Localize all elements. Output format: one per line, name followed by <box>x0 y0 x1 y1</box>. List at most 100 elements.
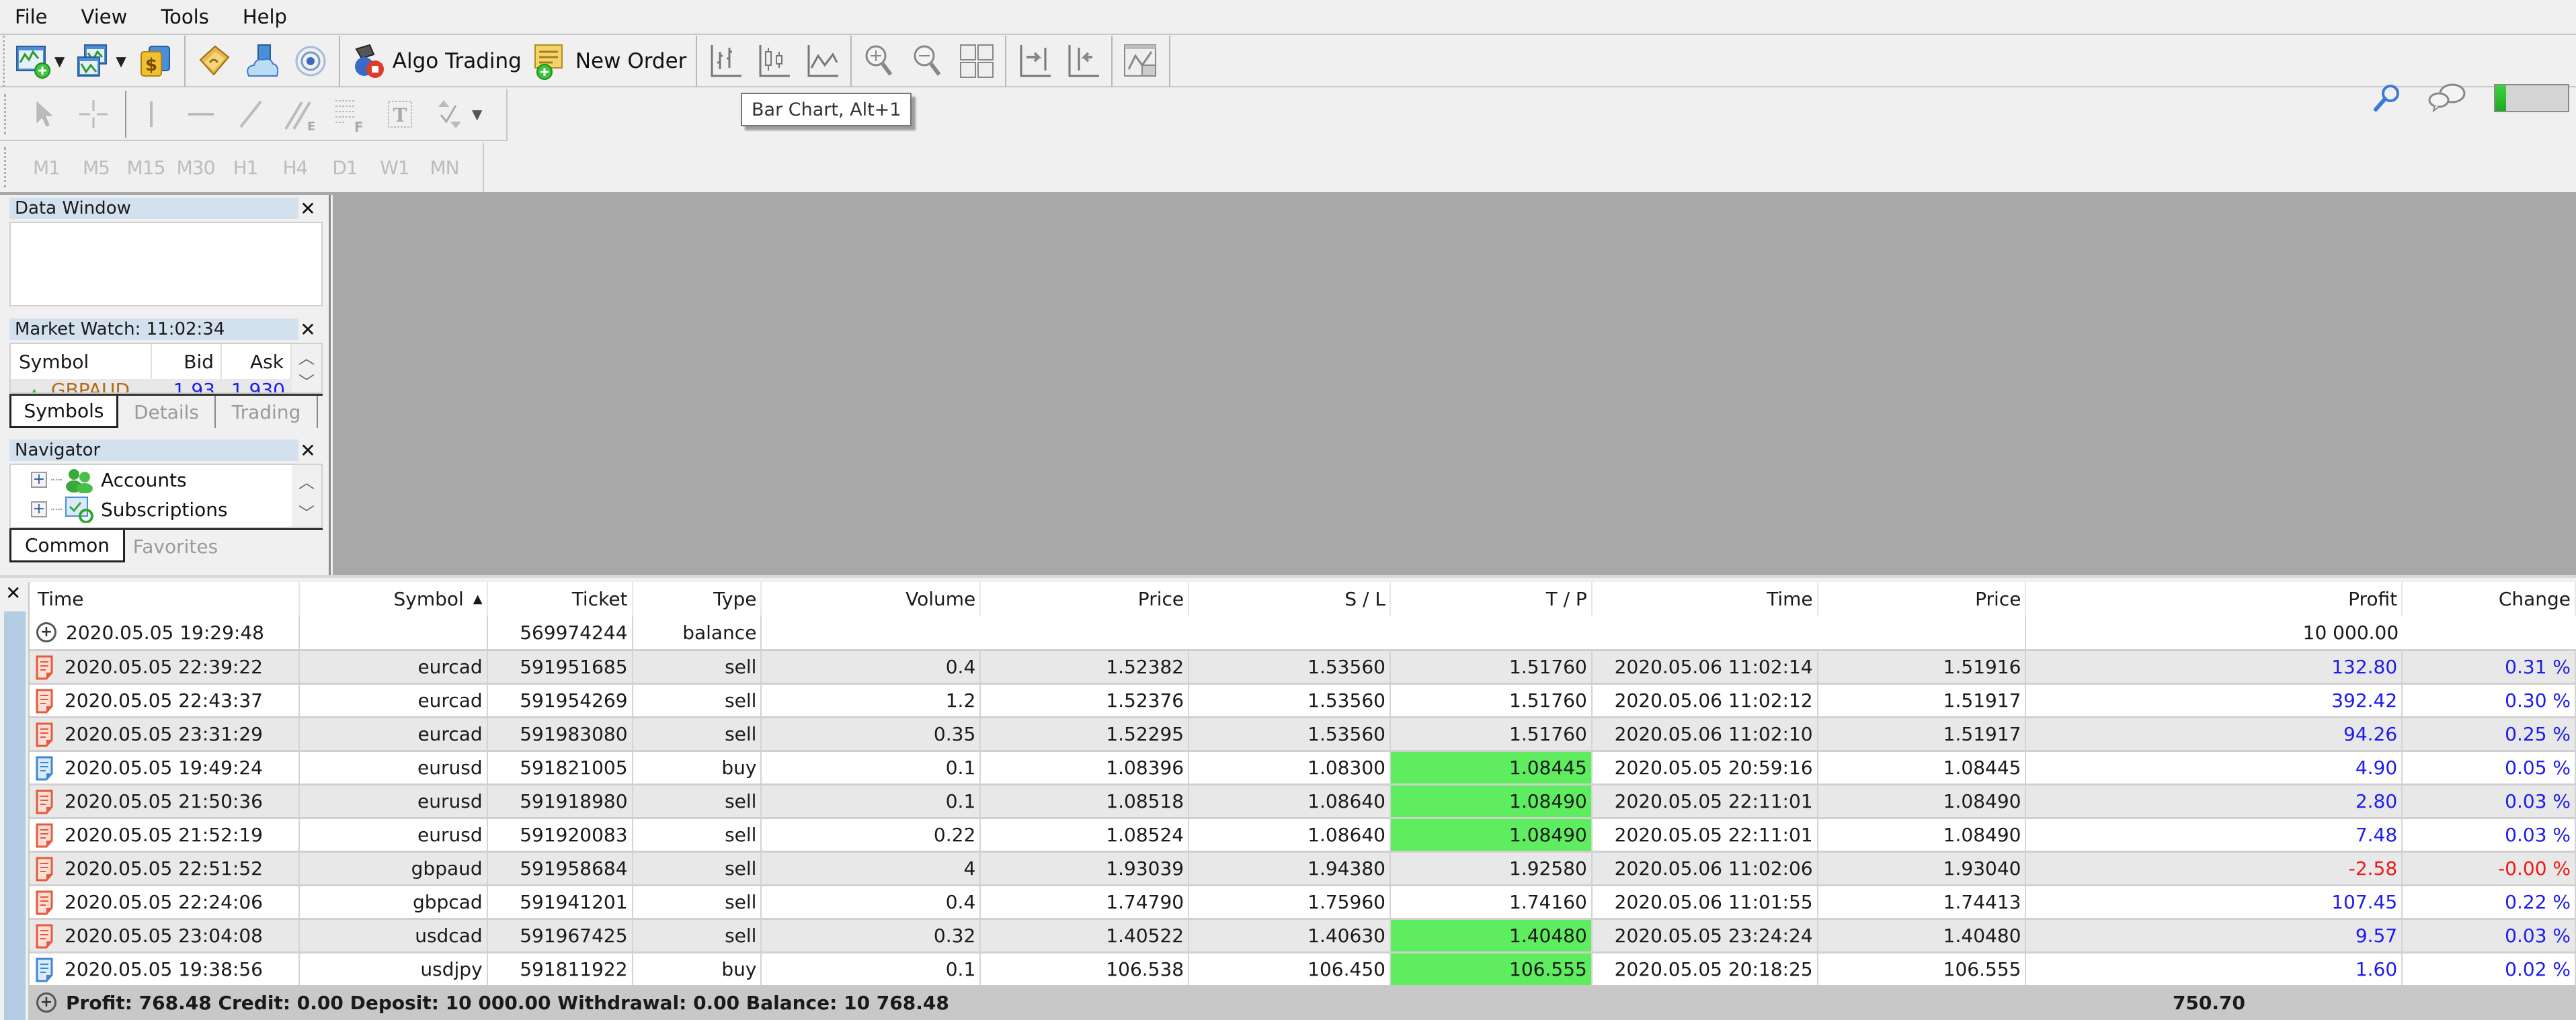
auto-scroll-button[interactable] <box>1010 40 1059 83</box>
expand-icon[interactable]: + <box>31 501 47 517</box>
horizontal-line-icon[interactable] <box>181 94 221 134</box>
column-header-close-price[interactable]: Price <box>1818 582 2027 615</box>
market-button[interactable]: $ <box>132 40 180 83</box>
column-header-profit[interactable]: Profit <box>2026 582 2403 615</box>
cursor-icon[interactable] <box>24 94 64 134</box>
tab-common[interactable]: Common <box>9 530 125 562</box>
toolbar-grip[interactable] <box>4 147 8 187</box>
chart-shift-button[interactable] <box>1059 40 1107 83</box>
column-header-volume[interactable]: Volume <box>762 582 981 615</box>
column-header-bid[interactable]: Bid <box>152 344 222 379</box>
vertical-line-icon[interactable] <box>131 94 171 134</box>
fibonacci-icon[interactable]: F <box>330 94 370 134</box>
scroll-up-icon[interactable]: ︿ <box>298 345 315 368</box>
column-header-change[interactable]: Change <box>2403 582 2576 615</box>
new-chart-button[interactable]: ▼ <box>9 40 70 83</box>
timeframe-d1[interactable]: D1 <box>320 157 370 179</box>
zoom-out-button[interactable] <box>904 40 953 83</box>
expand-summary-icon[interactable]: + <box>36 992 56 1013</box>
timeframe-h4[interactable]: H4 <box>270 157 320 179</box>
toolbox-close-icon[interactable]: ✕ <box>5 582 21 604</box>
crosshair-icon[interactable] <box>73 94 114 134</box>
column-header-time[interactable]: Time <box>30 582 300 615</box>
column-header-close-time[interactable]: Time <box>1593 582 1818 615</box>
equidistant-channel-icon[interactable]: E <box>280 94 321 134</box>
column-header-type[interactable]: Type <box>633 582 762 615</box>
expand-icon[interactable]: + <box>31 472 47 488</box>
column-header-price[interactable]: Price <box>981 582 1190 615</box>
tab-favorites[interactable]: Favorites <box>125 530 226 562</box>
navigator-scrollbar[interactable]: ︿ ﹀ <box>292 465 321 527</box>
line-chart-icon <box>807 45 839 77</box>
tab-trading[interactable]: Trading <box>216 396 318 428</box>
table-row[interactable]: 2020.05.05 22:51:52 gbpaud 591958684 sell 4 1… <box>30 851 2576 884</box>
table-row-balance[interactable]: +2020.05.05 19:29:48 569974244 balance 10 0… <box>30 615 2576 649</box>
zoom-in-button[interactable] <box>856 40 904 83</box>
data-window-close-icon[interactable]: ✕ <box>298 198 318 220</box>
timeframe-m15[interactable]: M15 <box>121 157 171 179</box>
market-watch-close-icon[interactable]: ✕ <box>298 318 318 341</box>
scroll-down-icon[interactable]: ﹀ <box>298 369 315 392</box>
table-row[interactable]: 2020.05.05 21:52:19 eurusd 591920083 sell 0.… <box>30 817 2576 851</box>
toolbar-grip[interactable] <box>4 94 8 134</box>
cell-volume-value: 0.4 <box>945 891 976 913</box>
column-header-symbol[interactable]: Symbol ▲ <box>300 582 488 615</box>
table-row[interactable]: 2020.05.05 22:24:06 gbpcad 591941201 sell 0.… <box>30 884 2576 918</box>
timeframe-m30[interactable]: M30 <box>171 157 220 179</box>
table-row[interactable]: 2020.05.05 21:50:36 eurusd 591918980 sell 0.… <box>30 783 2576 817</box>
column-header-tp[interactable]: T / P <box>1391 582 1593 615</box>
column-header-symbol[interactable]: Symbol <box>11 344 152 379</box>
new-order-button[interactable]: New Order <box>527 40 692 83</box>
market-watch-scrollbar[interactable]: ︿ ﹀ <box>292 344 321 392</box>
tile-windows-button[interactable] <box>953 40 1001 83</box>
menu-tools[interactable]: Tools <box>161 5 208 28</box>
table-row[interactable]: 2020.05.05 23:31:29 eurcad 591983080 sell 0.… <box>30 716 2576 750</box>
table-row-summary[interactable]: + Profit: 768.48 Credit: 0.00 Deposit: 10… <box>30 985 2576 1020</box>
search-icon[interactable] <box>2372 83 2403 114</box>
chevron-down-icon[interactable]: ▼ <box>116 53 126 69</box>
templates-button[interactable] <box>1117 40 1165 83</box>
vps-button[interactable] <box>238 40 286 83</box>
chevron-down-icon[interactable]: ▼ <box>472 106 482 122</box>
trendline-icon[interactable] <box>231 94 271 134</box>
market-watch-row[interactable]: ▲ GBPAUD 1.93 1.930 <box>11 379 293 392</box>
column-header-sl[interactable]: S / L <box>1189 582 1391 615</box>
table-row[interactable]: 2020.05.05 22:43:37 eurcad 591954269 sell 1.… <box>30 683 2576 716</box>
menu-help[interactable]: Help <box>243 5 287 28</box>
menu-view[interactable]: View <box>81 5 128 28</box>
navigator-item-accounts[interactable]: + Accounts <box>31 466 187 493</box>
line-chart-button[interactable] <box>798 40 846 83</box>
chart-workspace[interactable] <box>333 195 2576 575</box>
menu-file[interactable]: File <box>15 5 48 28</box>
column-header-ask[interactable]: Ask <box>222 344 292 379</box>
navigator-close-icon[interactable]: ✕ <box>298 439 318 462</box>
timeframe-w1[interactable]: W1 <box>370 157 419 179</box>
table-row[interactable]: 2020.05.05 22:39:22 eurcad 591951685 sell 0.… <box>30 649 2576 683</box>
metaeditor-button[interactable] <box>190 40 238 83</box>
table-row[interactable]: 2020.05.05 23:04:08 usdcad 591967425 sell 0.… <box>30 918 2576 951</box>
timeframe-m5[interactable]: M5 <box>71 157 121 179</box>
scroll-up-icon[interactable]: ︿ <box>298 469 315 493</box>
tab-symbols[interactable]: Symbols <box>9 396 118 428</box>
algo-trading-button[interactable]: Algo Trading <box>344 40 527 83</box>
arrows-icon[interactable] <box>430 94 470 134</box>
toolbox-side-tab[interactable] <box>4 611 26 1020</box>
timeframe-h1[interactable]: H1 <box>220 157 270 179</box>
text-label-icon[interactable]: T <box>380 94 420 134</box>
column-header-ticket[interactable]: Ticket <box>488 582 633 615</box>
tab-details[interactable]: Details <box>118 396 216 428</box>
table-row[interactable]: 2020.05.05 19:38:56 usdjpy 591811922 buy 0.1… <box>30 951 2576 985</box>
table-row[interactable]: 2020.05.05 19:49:24 eurusd 591821005 buy 0.1… <box>30 750 2576 783</box>
timeframe-mn[interactable]: MN <box>419 157 469 179</box>
profiles-button[interactable]: ▼ <box>70 40 131 83</box>
signals-button[interactable] <box>286 40 335 83</box>
chevron-down-icon[interactable]: ▼ <box>54 53 65 69</box>
candlestick-button[interactable] <box>750 40 798 83</box>
chat-icon[interactable] <box>2427 83 2467 114</box>
cell-volume: 0.35 <box>762 718 981 750</box>
timeframe-m1[interactable]: M1 <box>22 157 71 179</box>
bar-chart-button[interactable] <box>701 40 750 83</box>
navigator-item-subscriptions[interactable]: + Subscriptions <box>31 496 228 523</box>
scroll-down-icon[interactable]: ﹀ <box>298 500 315 523</box>
left-dock: Data Window ✕ Market Watch: 11:02:34 ✕ S… <box>0 195 331 575</box>
